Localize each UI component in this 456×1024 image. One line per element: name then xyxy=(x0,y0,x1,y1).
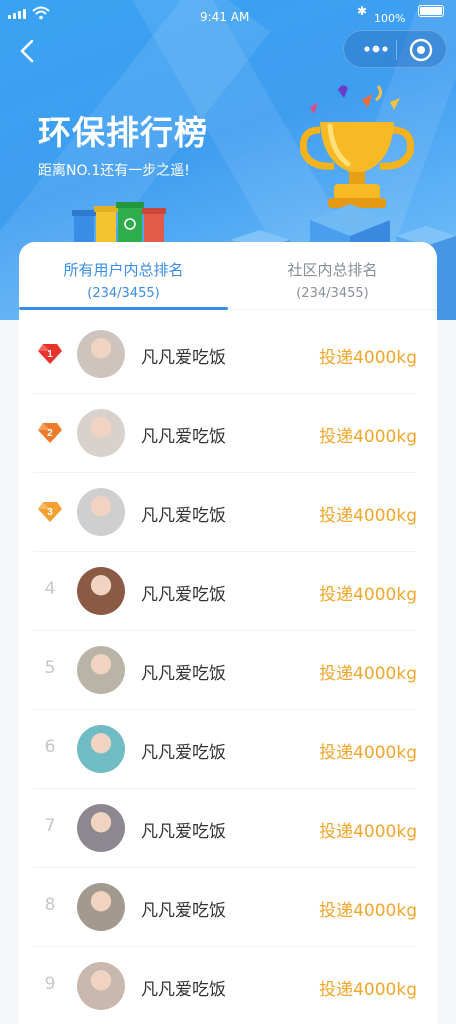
delivery-amount: 投递4000kg xyxy=(319,980,417,1000)
medal-number: 1 xyxy=(47,349,53,360)
user-name: 凡凡爱吃饭 xyxy=(141,901,226,921)
list-item[interactable]: 9 凡凡爱吃饭 投递4000kg xyxy=(33,947,417,1024)
avatar[interactable] xyxy=(77,883,125,931)
delivery-amount: 投递4000kg xyxy=(319,664,417,684)
delivery-amount: 投递4000kg xyxy=(319,427,417,447)
delivery-amount: 投递4000kg xyxy=(319,506,417,526)
list-item[interactable]: 5 凡凡爱吃饭 投递4000kg xyxy=(33,631,417,710)
avatar[interactable] xyxy=(77,330,125,378)
rank-number: 7 xyxy=(44,816,56,836)
mini-program-capsule xyxy=(343,30,447,68)
status-bar: 9:41 AM ✱ 100% xyxy=(0,0,456,28)
battery-percent: 100% xyxy=(374,12,406,25)
list-item[interactable]: 8 凡凡爱吃饭 投递4000kg xyxy=(33,868,417,947)
list-item[interactable]: 6 凡凡爱吃饭 投递4000kg xyxy=(33,710,417,789)
close-program-icon[interactable] xyxy=(408,37,434,63)
delivery-amount: 投递4000kg xyxy=(319,743,417,763)
list-item[interactable]: 7 凡凡爱吃饭 投递4000kg xyxy=(33,789,417,868)
rank-number: 5 xyxy=(44,658,56,678)
more-icon[interactable] xyxy=(358,37,394,61)
rank-number: 6 xyxy=(44,737,56,757)
tab-all-users[interactable]: 所有用户内总排名 (234/3455) xyxy=(19,242,228,308)
signal-icon xyxy=(8,9,26,19)
avatar[interactable] xyxy=(77,409,125,457)
back-icon[interactable] xyxy=(12,35,44,67)
list-item[interactable]: 3 凡凡爱吃饭 投递4000kg xyxy=(33,473,417,552)
recycle-bins-icon xyxy=(72,202,166,246)
rank-number: 8 xyxy=(44,895,56,915)
tab-all-users-label: 所有用户内总排名 xyxy=(63,261,184,279)
list-item[interactable]: 2 凡凡爱吃饭 投递4000kg xyxy=(33,394,417,473)
page-title: 环保排行榜 xyxy=(38,113,208,152)
medal-icon: 3 xyxy=(38,502,62,522)
user-name: 凡凡爱吃饭 xyxy=(141,664,226,684)
delivery-amount: 投递4000kg xyxy=(319,585,417,605)
delivery-amount: 投递4000kg xyxy=(319,901,417,921)
list-item[interactable]: 4 凡凡爱吃饭 投递4000kg xyxy=(33,552,417,631)
user-name: 凡凡爱吃饭 xyxy=(141,427,226,447)
tab-all-users-count: (234/3455) xyxy=(87,286,160,301)
tab-community-count: (234/3455) xyxy=(296,286,369,301)
tab-community-label: 社区内总排名 xyxy=(287,261,378,279)
user-name: 凡凡爱吃饭 xyxy=(141,743,226,763)
page-subtitle: 距离NO.1还有一步之遥! xyxy=(38,163,190,179)
user-name: 凡凡爱吃饭 xyxy=(141,348,226,368)
user-name: 凡凡爱吃饭 xyxy=(141,506,226,526)
avatar[interactable] xyxy=(77,567,125,615)
avatar[interactable] xyxy=(77,725,125,773)
status-time: 9:41 AM xyxy=(200,10,250,24)
rank-number: 4 xyxy=(44,579,56,599)
active-tab-indicator xyxy=(19,307,228,310)
list-item[interactable]: 1 凡凡爱吃饭 投递4000kg xyxy=(33,315,417,394)
medal-number: 3 xyxy=(47,507,53,518)
user-name: 凡凡爱吃饭 xyxy=(141,822,226,842)
delivery-amount: 投递4000kg xyxy=(319,348,417,368)
rank-number: 9 xyxy=(44,974,56,994)
medal-icon: 2 xyxy=(38,423,62,443)
avatar[interactable] xyxy=(77,646,125,694)
avatar[interactable] xyxy=(77,804,125,852)
ranking-list: 1 凡凡爱吃饭 投递4000kg 2 凡凡爱吃饭 投递4000kg 3 凡凡爱吃饭 投递4000… xyxy=(19,315,437,1024)
wifi-icon xyxy=(32,6,50,20)
medal-icon: 1 xyxy=(38,344,62,364)
medal-number: 2 xyxy=(47,428,53,439)
delivery-amount: 投递4000kg xyxy=(319,822,417,842)
user-name: 凡凡爱吃饭 xyxy=(141,980,226,1000)
bluetooth-icon: ✱ xyxy=(357,4,368,18)
avatar[interactable] xyxy=(77,488,125,536)
tab-community[interactable]: 社区内总排名 (234/3455) xyxy=(228,242,437,308)
avatar[interactable] xyxy=(77,962,125,1010)
battery-icon xyxy=(418,5,444,17)
user-name: 凡凡爱吃饭 xyxy=(141,585,226,605)
